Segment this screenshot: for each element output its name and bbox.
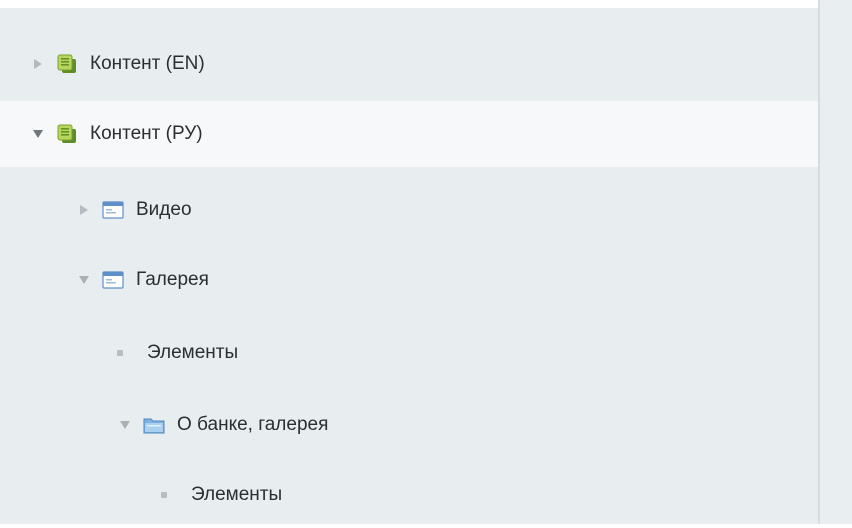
iblock-window-icon (102, 269, 124, 291)
tree-item-elements[interactable]: Элементы (0, 320, 852, 386)
tree-item-video[interactable]: Видео (0, 177, 852, 243)
tree-item-elements[interactable]: Элементы (0, 462, 852, 528)
top-strip (0, 0, 818, 8)
right-panel (820, 0, 852, 524)
tree-item-label: Видео (136, 199, 192, 220)
content-iblock-icon (56, 123, 78, 145)
collapse-arrow-icon[interactable] (78, 274, 90, 286)
expand-arrow-icon[interactable] (78, 204, 90, 216)
tree-item-label: Элементы (191, 484, 283, 505)
folder-icon (143, 414, 165, 436)
tree-item-content-en[interactable]: Контент (EN) (0, 31, 850, 97)
tree-item-about-bank-gallery[interactable]: О банке, галерея (0, 392, 852, 458)
tree-item-label: Контент (EN) (90, 53, 205, 74)
collapse-arrow-icon[interactable] (32, 128, 44, 140)
tree-item-label: О банке, галерея (177, 414, 329, 435)
bullet-icon (117, 350, 123, 356)
bullet-icon (161, 492, 167, 498)
tree-item-label: Галерея (136, 269, 209, 290)
content-iblock-icon (56, 53, 78, 75)
tree-panel: Контент (EN) Контент (РУ) Видео Галерея … (0, 0, 850, 524)
iblock-window-icon (102, 199, 124, 221)
expand-arrow-icon[interactable] (32, 58, 44, 70)
collapse-arrow-icon[interactable] (119, 419, 131, 431)
tree-item-label: Элементы (147, 342, 239, 363)
tree-item-label: Контент (РУ) (90, 123, 203, 144)
tree-item-gallery[interactable]: Галерея (0, 247, 852, 313)
tree-item-content-ru[interactable]: Контент (РУ) (0, 101, 850, 167)
